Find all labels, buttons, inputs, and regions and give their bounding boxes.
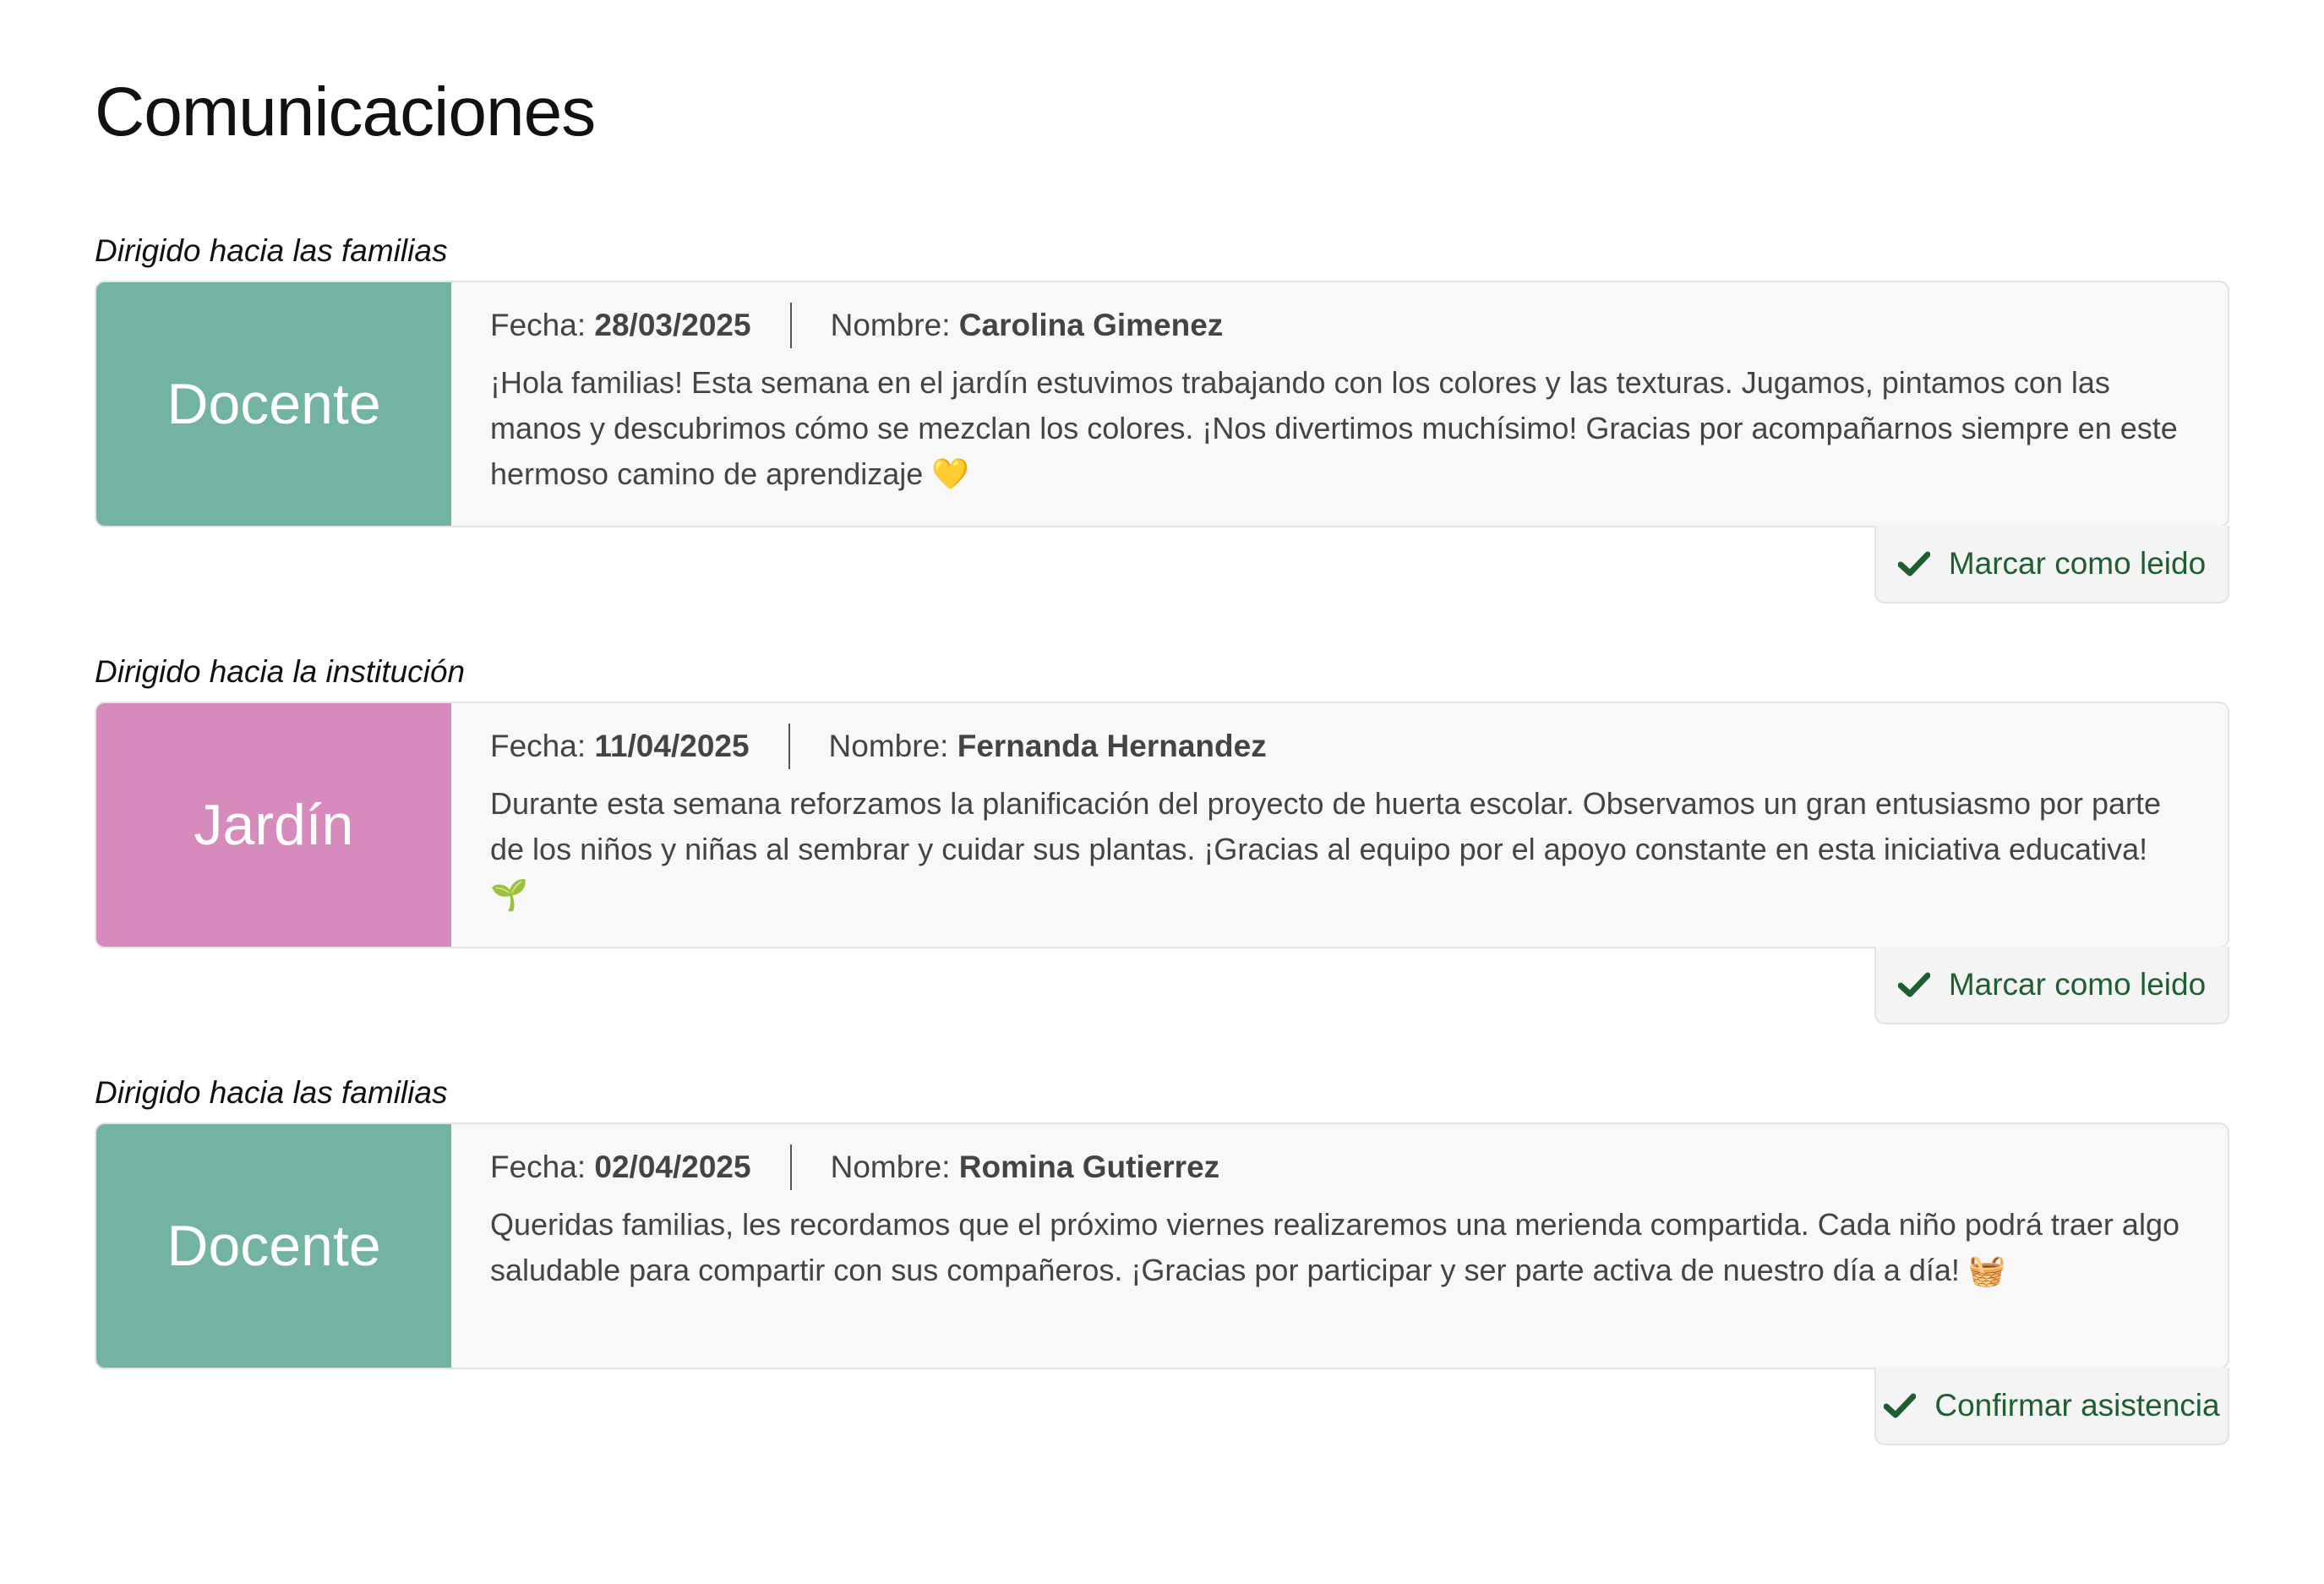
message-text: Durante esta semana reforzamos la planif… [490,786,2162,912]
action-label: Confirmar asistencia [1934,1388,2220,1423]
nombre-label: Nombre: [830,1150,951,1184]
mark-as-read-button[interactable]: Marcar como leido [1874,526,2229,604]
meta-divider [789,303,792,348]
message-text: ¡Hola familias! Esta semana en el jardín… [490,365,2178,491]
nombre-value: Romina Gutierrez [958,1150,1220,1184]
audience-label: Dirigido hacia las familias [95,233,448,268]
fecha-label: Fecha: [490,1150,586,1184]
fecha-label: Fecha: [490,729,586,763]
message-text: Queridas familias, les recordamos que el… [490,1207,2179,1287]
fecha-label: Fecha: [490,308,586,342]
communication-item: Dirigido hacia las familias Docente Fech… [95,232,2229,605]
communication-item: Dirigido hacia la institución Jardín Fec… [95,653,2229,1026]
confirm-attendance-button[interactable]: Confirmar asistencia [1874,1368,2229,1445]
card-meta: Fecha: 02/04/2025 Nombre: Romina Gutierr… [490,1143,2187,1192]
check-icon [1884,1393,1917,1418]
check-icon [1897,551,1930,576]
nombre-value: Fernanda Hernandez [957,729,1267,763]
check-icon [1897,972,1930,997]
action-area: Confirmar asistencia [95,1368,2229,1447]
fecha-value: 11/04/2025 [594,729,750,763]
meta-divider [788,724,790,769]
page-title: Comunicaciones [95,74,596,150]
action-area: Marcar como leido [95,526,2229,605]
card-body: Fecha: 02/04/2025 Nombre: Romina Gutierr… [451,1124,2228,1368]
role-badge-jardin: Jardín [96,703,451,947]
role-badge-docente: Docente [96,282,451,526]
mark-as-read-button[interactable]: Marcar como leido [1874,947,2229,1024]
card-body: Fecha: 28/03/2025 Nombre: Carolina Gimen… [451,282,2228,526]
communication-card: Jardín Fecha: 11/04/2025 Nombre: Fernand… [95,702,2229,948]
action-label: Marcar como leido [1948,967,2207,1002]
communication-item: Dirigido hacia las familias Docente Fech… [95,1073,2229,1447]
fecha-value: 28/03/2025 [594,308,751,342]
nombre-label: Nombre: [828,729,949,763]
communication-card: Docente Fecha: 28/03/2025 Nombre: Caroli… [95,281,2229,527]
audience-label: Dirigido hacia la institución [95,654,466,689]
action-area: Marcar como leido [95,947,2229,1026]
action-label: Marcar como leido [1948,546,2207,581]
nombre-value: Carolina Gimenez [958,308,1224,342]
role-badge-docente: Docente [96,1124,451,1368]
communication-card: Docente Fecha: 02/04/2025 Nombre: Romina… [95,1122,2229,1369]
fecha-value: 02/04/2025 [594,1150,751,1184]
nombre-label: Nombre: [830,308,951,342]
card-body: Fecha: 11/04/2025 Nombre: Fernanda Herna… [451,703,2228,947]
card-meta: Fecha: 11/04/2025 Nombre: Fernanda Herna… [490,722,2187,771]
audience-label: Dirigido hacia las familias [95,1075,448,1110]
meta-divider [789,1144,792,1190]
card-meta: Fecha: 28/03/2025 Nombre: Carolina Gimen… [490,301,2187,350]
